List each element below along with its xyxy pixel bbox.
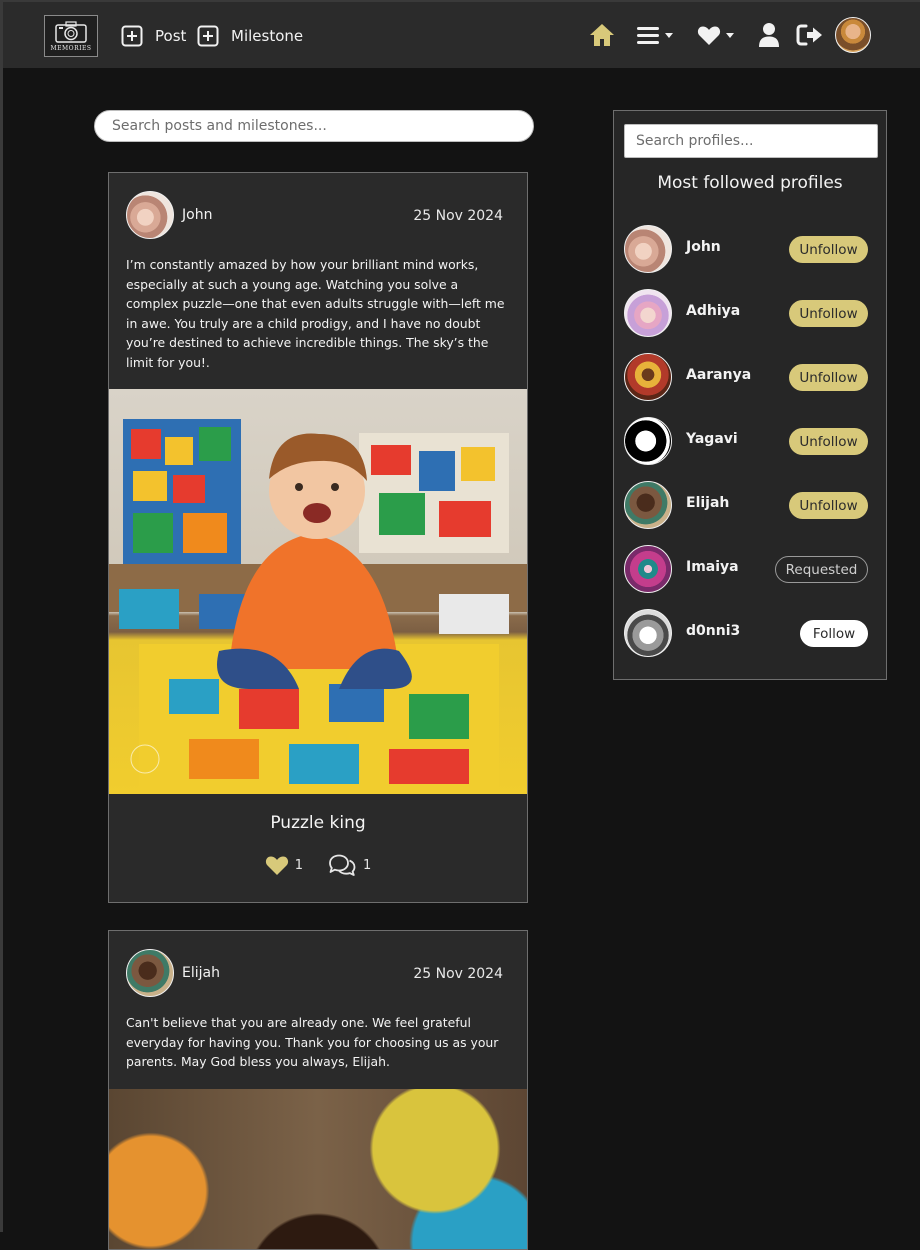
profile-name[interactable]: Yagavi [686,431,738,447]
post-date: 25 Nov 2024 [413,966,503,982]
post-text: I’m constantly amazed by how your brilli… [126,257,505,370]
profile-name[interactable]: Imaiya [686,559,739,575]
profile-row: Adhiya Unfollow [614,287,886,339]
home-icon[interactable] [588,22,616,48]
profile-row: d0nni3 Follow [614,607,886,659]
follow-button[interactable]: Follow [800,620,868,647]
profile-avatar[interactable] [624,481,672,529]
profile-row: Yagavi Unfollow [614,415,886,467]
post-text: Can't believe that you are already one. … [126,1015,499,1069]
like-button[interactable]: 1 [265,855,303,876]
comment-button[interactable]: 1 [327,853,371,877]
profile-name[interactable]: Adhiya [686,303,740,319]
like-count: 1 [294,857,303,873]
profile-avatar[interactable] [624,225,672,273]
plus-square-icon [197,25,219,47]
plus-square-icon [121,25,143,47]
post-search-input[interactable] [94,110,534,142]
new-milestone-link[interactable]: Milestone [197,24,303,48]
post-image[interactable] [109,1089,527,1249]
comment-count: 1 [363,857,372,873]
unfollow-button[interactable]: Unfollow [789,236,868,263]
bars-icon [637,27,659,44]
post-author[interactable]: John [182,207,212,223]
profile-avatar[interactable] [624,609,672,657]
heart-icon [265,856,288,875]
logout-icon[interactable] [796,23,824,47]
profiles-sidebar: Most followed profiles John Unfollow Adh… [613,110,887,680]
profile-row: John Unfollow [614,223,886,275]
unfollow-button[interactable]: Unfollow [789,364,868,391]
profile-name[interactable]: Elijah [686,495,729,511]
new-milestone-label: Milestone [231,27,304,45]
profile-row: Elijah Unfollow [614,479,886,531]
new-post-label: Post [155,27,187,45]
favorites-dropdown[interactable] [697,25,734,46]
window-frame-left [0,0,3,1232]
profile-icon[interactable] [758,22,780,48]
post-image[interactable] [109,389,527,794]
new-post-link[interactable]: Post [121,24,186,48]
unfollow-button[interactable]: Unfollow [789,428,868,455]
unfollow-button[interactable]: Unfollow [789,492,868,519]
profile-avatar[interactable] [624,545,672,593]
post-stats: 1 1 [109,853,527,877]
menu-dropdown[interactable] [636,25,673,45]
post-author[interactable]: Elijah [182,965,220,981]
profile-name[interactable]: Aaranya [686,367,751,383]
post-card: John 25 Nov 2024 I’m constantly amazed b… [108,172,528,903]
comments-icon [329,854,356,876]
unfollow-button[interactable]: Unfollow [789,300,868,327]
memories-logo[interactable]: MEMORIES [44,15,98,57]
profile-name[interactable]: d0nni3 [686,623,740,639]
puzzle-photo [109,419,527,794]
requested-button[interactable]: Requested [775,556,868,583]
profile-search-input[interactable] [624,124,878,158]
profile-row: Aaranya Unfollow [614,351,886,403]
profile-avatar[interactable] [624,353,672,401]
chevron-down-icon [665,32,673,38]
logo-text: MEMORIES [50,45,92,52]
author-avatar[interactable] [126,949,174,997]
profile-name[interactable]: John [686,239,721,255]
navbar: MEMORIES Post Milestone [3,2,920,68]
heart-icon [697,26,721,45]
current-user-avatar[interactable] [835,17,871,53]
sidebar-heading: Most followed profiles [657,173,843,193]
profile-row: Imaiya Requested [614,543,886,595]
profile-avatar[interactable] [624,289,672,337]
post-date: 25 Nov 2024 [413,208,503,224]
author-avatar[interactable] [126,191,174,239]
post-title: Puzzle king [270,813,366,833]
post-card: Elijah 25 Nov 2024 Can't believe that yo… [108,930,528,1250]
profile-avatar[interactable] [624,417,672,465]
camera-icon [55,21,87,43]
chevron-down-icon [726,33,734,38]
